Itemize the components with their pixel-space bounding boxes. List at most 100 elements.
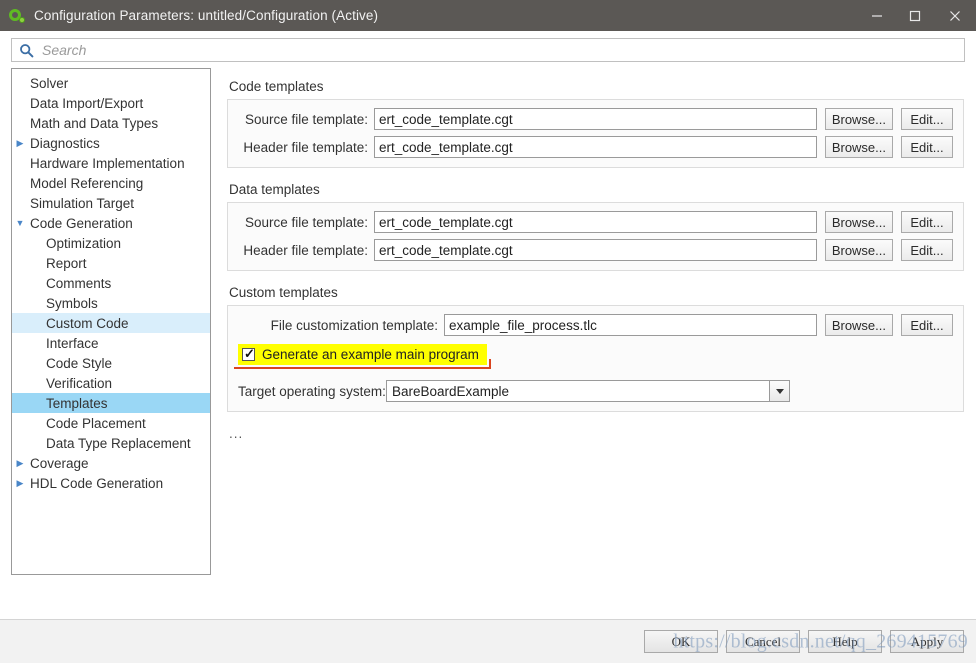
code-source-template-row: Source file template: Browse... Edit...: [238, 108, 953, 130]
chevron-right-icon[interactable]: ▶: [12, 138, 28, 148]
generate-example-main-program-checkbox-row[interactable]: ✓ Generate an example main program: [238, 344, 487, 365]
title-bar: Configuration Parameters: untitled/Confi…: [0, 0, 976, 31]
chevron-right-icon[interactable]: ▶: [12, 458, 28, 468]
data-source-template-input[interactable]: [374, 211, 817, 233]
sidebar-item-label: Code Generation: [30, 215, 133, 231]
target-os-select[interactable]: BareBoardExample: [386, 380, 790, 402]
sidebar-item-hardware-implementation[interactable]: Hardware Implementation: [12, 153, 210, 173]
data-header-browse-button[interactable]: Browse...: [824, 239, 893, 261]
sidebar-item-data-import-export[interactable]: Data Import/Export: [12, 93, 210, 113]
sidebar-item-math-and-data-types[interactable]: Math and Data Types: [12, 113, 210, 133]
sidebar-item-optimization[interactable]: Optimization: [12, 233, 210, 253]
code-header-edit-button[interactable]: Edit...: [901, 136, 953, 158]
close-icon[interactable]: [934, 0, 976, 31]
configuration-parameters-window: Configuration Parameters: untitled/Confi…: [0, 0, 976, 663]
sidebar-item-coverage[interactable]: ▶ Coverage: [12, 453, 210, 473]
chevron-right-icon[interactable]: ▶: [12, 478, 28, 488]
sidebar-item-label: Templates: [46, 395, 108, 411]
code-source-template-input[interactable]: [374, 108, 817, 130]
data-header-edit-button[interactable]: Edit...: [901, 239, 953, 261]
sidebar-item-label: Custom Code: [46, 315, 129, 331]
sidebar-item-code-placement[interactable]: Code Placement: [12, 413, 210, 433]
sidebar-item-label: Report: [46, 255, 87, 271]
search-icon: [19, 43, 34, 58]
data-header-template-row: Header file template: Browse... Edit...: [238, 239, 953, 261]
sidebar-item-code-style[interactable]: Code Style: [12, 353, 210, 373]
sidebar-item-hdl-code-generation[interactable]: ▶ HDL Code Generation: [12, 473, 210, 493]
sidebar-item-label: Code Style: [46, 355, 113, 371]
code-templates-panel: Source file template: Browse... Edit... …: [227, 99, 964, 168]
target-os-value: BareBoardExample: [386, 380, 769, 402]
window-body: Solver Data Import/Export Math and Data Ty…: [0, 68, 976, 619]
sidebar-item-model-referencing[interactable]: Model Referencing: [12, 173, 210, 193]
window-controls: [858, 0, 976, 31]
dialog-footer: OK Cancel Help Apply https://blog.csdn.n…: [0, 619, 976, 663]
sidebar-item-simulation-target[interactable]: Simulation Target: [12, 193, 210, 213]
overflow-ellipsis: ...: [229, 426, 244, 441]
sidebar-item-code-generation[interactable]: ▼ Code Generation: [12, 213, 210, 233]
code-header-template-row: Header file template: Browse... Edit...: [238, 136, 953, 158]
checkmark-icon: ✓: [244, 346, 255, 361]
checkbox-icon[interactable]: ✓: [242, 346, 255, 361]
sidebar-item-label: Verification: [46, 375, 113, 391]
sidebar-item-solver[interactable]: Solver: [12, 73, 210, 93]
search-box[interactable]: [11, 38, 965, 62]
sidebar-item-label: Data Type Replacement: [46, 435, 191, 451]
file-customization-browse-button[interactable]: Browse...: [824, 314, 893, 336]
sidebar-item-interface[interactable]: Interface: [12, 333, 210, 353]
custom-templates-panel: File customization template: Browse... E…: [227, 305, 964, 412]
sidebar-item-label: Simulation Target: [30, 195, 135, 211]
apply-button[interactable]: Apply: [890, 630, 964, 653]
sidebar-item-label: Optimization: [46, 235, 122, 251]
data-source-edit-button[interactable]: Edit...: [901, 211, 953, 233]
target-os-row: Target operating system: BareBoardExampl…: [238, 380, 953, 402]
annotation-underline: [234, 367, 491, 369]
code-source-browse-button[interactable]: Browse...: [824, 108, 893, 130]
minimize-icon[interactable]: [858, 0, 896, 31]
sidebar-item-data-type-replacement[interactable]: Data Type Replacement: [12, 433, 210, 453]
data-source-template-row: Source file template: Browse... Edit...: [238, 211, 953, 233]
sidebar-item-symbols[interactable]: Symbols: [12, 293, 210, 313]
data-header-template-input[interactable]: [374, 239, 817, 261]
data-source-template-label: Source file template:: [244, 214, 368, 230]
target-os-label: Target operating system:: [238, 383, 386, 399]
sidebar-item-label: Model Referencing: [30, 175, 144, 191]
sidebar-item-comments[interactable]: Comments: [12, 273, 210, 293]
sidebar-item-label: Diagnostics: [30, 135, 100, 151]
sidebar-item-label: Symbols: [46, 295, 98, 311]
sidebar-item-label: Hardware Implementation: [30, 155, 185, 171]
data-source-browse-button[interactable]: Browse...: [824, 211, 893, 233]
simulink-icon: [9, 8, 25, 24]
sidebar-item-verification[interactable]: Verification: [12, 373, 210, 393]
cancel-button[interactable]: Cancel: [726, 630, 800, 653]
sidebar-item-report[interactable]: Report: [12, 253, 210, 273]
sidebar-item-diagnostics[interactable]: ▶ Diagnostics: [12, 133, 210, 153]
file-customization-template-row: File customization template: Browse... E…: [238, 314, 953, 336]
search-input[interactable]: [40, 40, 964, 60]
templates-pane: Code templates Source file template: Bro…: [211, 68, 976, 619]
file-customization-template-label: File customization template:: [270, 317, 438, 333]
data-templates-title: Data templates: [229, 182, 320, 197]
sidebar-item-label: Comments: [46, 275, 112, 291]
maximize-icon[interactable]: [896, 0, 934, 31]
custom-templates-title: Custom templates: [229, 285, 338, 300]
code-source-edit-button[interactable]: Edit...: [901, 108, 953, 130]
help-button[interactable]: Help: [808, 630, 882, 653]
file-customization-template-input[interactable]: [444, 314, 817, 336]
chevron-down-icon[interactable]: ▼: [12, 218, 28, 228]
settings-tree[interactable]: Solver Data Import/Export Math and Data Ty…: [11, 68, 211, 575]
sidebar-item-custom-code[interactable]: Custom Code: [12, 313, 210, 333]
ok-button[interactable]: OK: [644, 630, 718, 653]
sidebar-item-templates[interactable]: Templates: [12, 393, 210, 413]
code-header-browse-button[interactable]: Browse...: [824, 136, 893, 158]
sidebar-item-label: Interface: [46, 335, 99, 351]
sidebar-item-label: Math and Data Types: [30, 115, 159, 131]
code-templates-title: Code templates: [229, 79, 324, 94]
chevron-down-icon[interactable]: [769, 380, 790, 402]
code-header-template-input[interactable]: [374, 136, 817, 158]
file-customization-edit-button[interactable]: Edit...: [901, 314, 953, 336]
code-header-template-label: Header file template:: [243, 139, 368, 155]
sidebar-item-label: Code Placement: [46, 415, 146, 431]
sidebar-item-label: Coverage: [30, 455, 89, 471]
generate-example-main-program-annotation: ✓ Generate an example main program: [234, 344, 491, 369]
